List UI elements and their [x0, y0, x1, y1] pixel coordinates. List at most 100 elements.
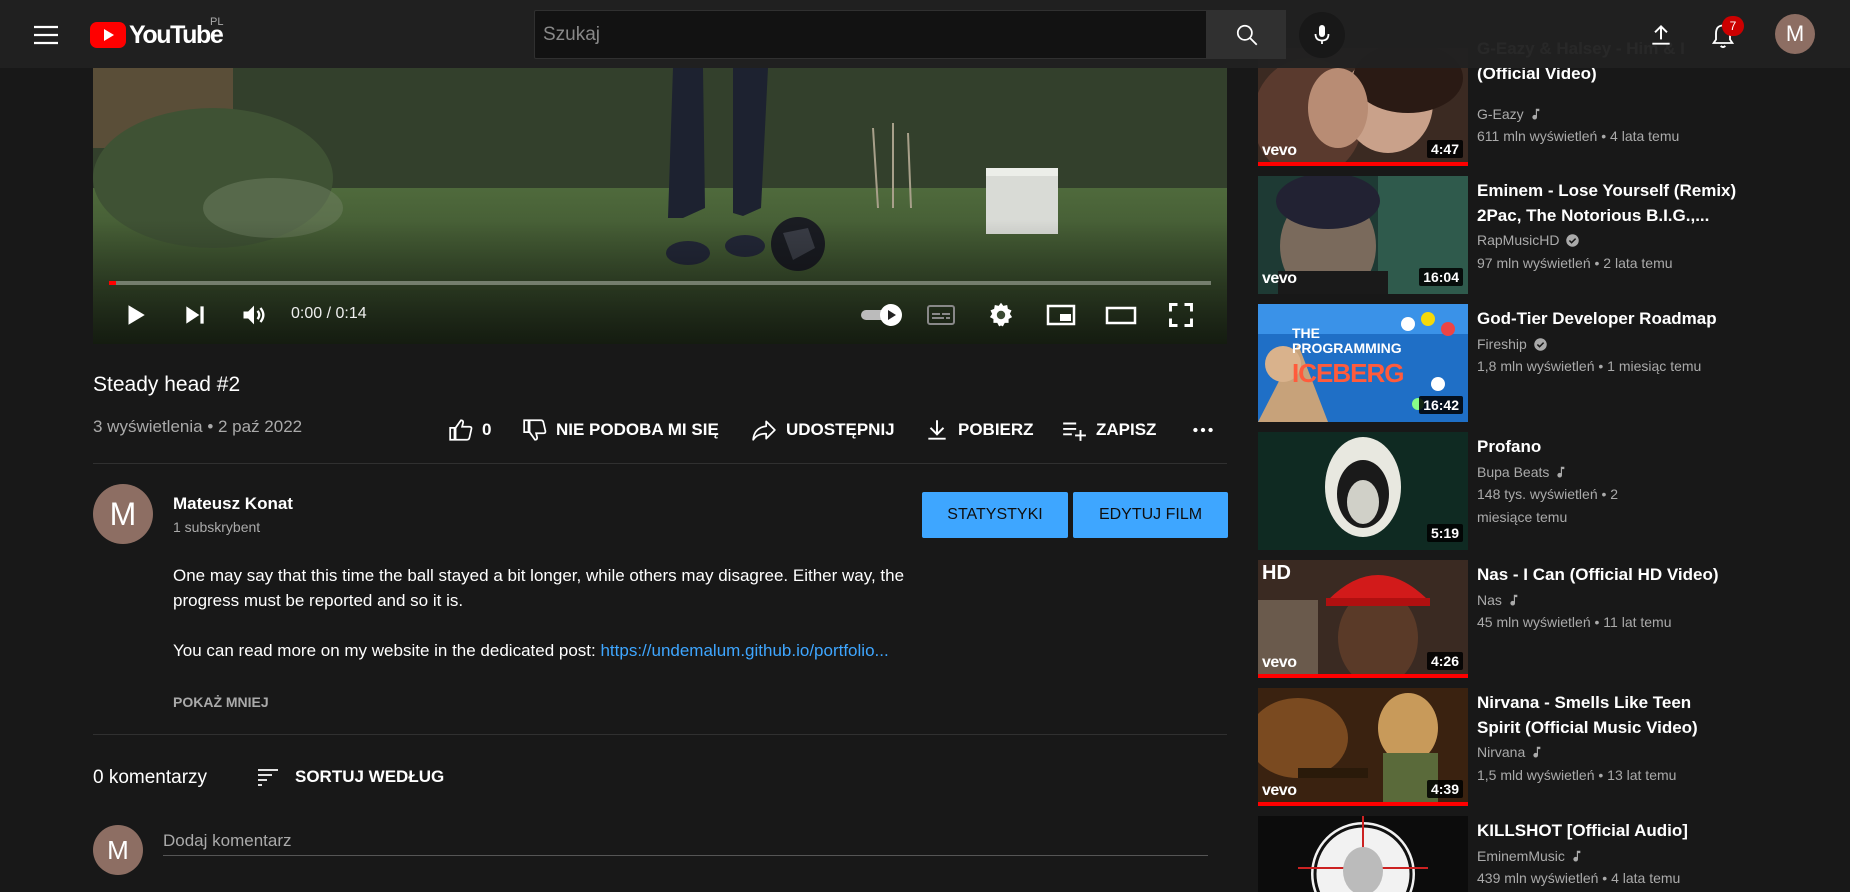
- recommendation-item[interactable]: KILLSHOT [Official Audio] EminemMusic 43…: [1258, 816, 1850, 892]
- sort-icon: [258, 769, 278, 786]
- recommendation-stats: 439 mln wyświetleń • 4 lata temu: [1477, 870, 1681, 886]
- like-button[interactable]: 0: [448, 410, 491, 450]
- recommendation-item[interactable]: vevo 16:04 Eminem - Lose Yourself (Remix…: [1258, 176, 1850, 294]
- recommendation-item[interactable]: vevo 4:39 Nirvana - Smells Like Teen Spi…: [1258, 688, 1850, 806]
- miniplayer-button[interactable]: [1041, 295, 1081, 335]
- microphone-icon: [1314, 25, 1330, 44]
- youtube-logo[interactable]: YouTube PL: [90, 16, 224, 50]
- owner-subscribers: 1 subskrybent: [173, 519, 261, 535]
- voice-search-button[interactable]: [1299, 12, 1345, 58]
- thumbnail: 5:19: [1258, 432, 1468, 550]
- account-avatar[interactable]: M: [1775, 14, 1815, 54]
- recommendation-title: Nas - I Can (Official HD Video): [1477, 565, 1719, 584]
- volume-button[interactable]: [234, 295, 274, 335]
- progress-bar[interactable]: [109, 281, 1211, 285]
- more-horiz-icon: [1193, 427, 1213, 433]
- vevo-logo: vevo: [1262, 270, 1297, 287]
- hamburger-menu-icon: [34, 25, 58, 45]
- recommendation-item[interactable]: THE PROGRAMMING ICEBERG 16:42 God-Tier D…: [1258, 304, 1850, 422]
- channel-name: RapMusicHD: [1477, 232, 1560, 248]
- upload-icon: [1652, 24, 1670, 45]
- divider: [93, 734, 1227, 735]
- show-less-button[interactable]: POKAŻ MNIEJ: [173, 694, 269, 710]
- download-button[interactable]: POBIERZ: [924, 410, 1034, 450]
- playlist-add-icon: [1063, 422, 1086, 441]
- description-link-prefix: You can read more on my website in the d…: [173, 641, 601, 660]
- play-button[interactable]: [115, 295, 155, 335]
- edit-video-button[interactable]: EDYTUJ FILM: [1073, 492, 1228, 538]
- thumbnail: vevo 4:39: [1258, 688, 1468, 806]
- sort-by-button[interactable]: SORTUJ WEDŁUG: [255, 762, 444, 792]
- create-video-button[interactable]: [1644, 18, 1678, 52]
- time-display: 0:00 / 0:14: [291, 305, 367, 322]
- more-actions-button[interactable]: [1190, 410, 1216, 450]
- divider: [93, 463, 1227, 464]
- duration: 16:42: [1419, 396, 1463, 414]
- theater-mode-button[interactable]: [1101, 295, 1141, 335]
- verified-icon: [1566, 233, 1580, 247]
- subtitles-icon: [927, 305, 955, 325]
- download-icon: [928, 420, 946, 440]
- comment-input[interactable]: [163, 826, 1208, 856]
- miniplayer-icon: [1046, 304, 1076, 326]
- owner-name[interactable]: Mateusz Konat: [173, 494, 293, 514]
- search-input[interactable]: [535, 11, 1206, 58]
- dislike-button[interactable]: NIE PODOBA MI SIĘ: [522, 410, 719, 450]
- search-box: [534, 10, 1207, 59]
- gear-icon: [989, 302, 1013, 327]
- fullscreen-button[interactable]: [1161, 295, 1201, 335]
- skip-next-icon: [186, 306, 204, 324]
- search-button[interactable]: [1207, 10, 1286, 59]
- video-player[interactable]: 0:00 / 0:14: [93, 68, 1227, 344]
- recommendation-title: Eminem - Lose Yourself (Remix) 2Pac, The…: [1477, 181, 1737, 225]
- download-label: POBIERZ: [958, 420, 1034, 439]
- music-note-icon: [1573, 850, 1581, 862]
- save-label: ZAPISZ: [1096, 420, 1157, 439]
- next-button[interactable]: [175, 295, 215, 335]
- recommendation-title: God-Tier Developer Roadmap: [1477, 309, 1717, 328]
- progress-fill: [109, 281, 116, 285]
- vevo-logo: vevo: [1262, 782, 1297, 799]
- owner-avatar[interactable]: M: [93, 484, 153, 544]
- thumbnail-text-big: ICEBERG: [1292, 358, 1404, 388]
- menu-button[interactable]: [30, 19, 62, 51]
- statistics-button[interactable]: STATYSTYKI: [922, 492, 1068, 538]
- logo-region: PL: [210, 16, 224, 28]
- logo-text: YouTube: [129, 20, 224, 49]
- save-button[interactable]: ZAPISZ: [1060, 410, 1156, 450]
- description-text: One may say that this time the ball stay…: [173, 566, 905, 610]
- duration: 5:19: [1426, 524, 1463, 542]
- recommendation-stats: 1,5 mld wyświetleń • 13 lat temu: [1477, 767, 1677, 783]
- watched-bar: [1258, 162, 1468, 166]
- video-title: Steady head #2: [93, 373, 241, 396]
- recommendation-channel: Nirvana: [1477, 744, 1545, 760]
- recommendation-item[interactable]: HD vevo 4:26 Nas - I Can (Official HD Vi…: [1258, 560, 1850, 678]
- notifications-badge: 7: [1722, 16, 1744, 36]
- recommendation-channel: Fireship: [1477, 336, 1548, 352]
- recommendation-item[interactable]: 5:19 Profano Bupa Beats 148 tys. wyświet…: [1258, 432, 1850, 550]
- thumbnail: [1258, 816, 1468, 892]
- channel-name: Fireship: [1477, 336, 1527, 352]
- duration: 16:04: [1419, 268, 1463, 286]
- music-note-icon: [1533, 746, 1541, 758]
- duration: 4:47: [1426, 140, 1463, 158]
- share-icon: [752, 420, 776, 441]
- description-link[interactable]: https://undemalum.github.io/portfolio...: [600, 641, 888, 660]
- recommendation-stats: 611 mln wyświetleń • 4 lata temu: [1477, 128, 1680, 144]
- settings-button[interactable]: [981, 295, 1021, 335]
- recommendation-title: Nirvana - Smells Like Teen Spirit (Offic…: [1477, 693, 1698, 737]
- verified-icon: [1534, 337, 1547, 351]
- share-button[interactable]: UDOSTĘPNIJ: [750, 410, 895, 450]
- autoplay-toggle[interactable]: [855, 295, 909, 335]
- duration: 4:39: [1426, 780, 1463, 798]
- video-meta: 3 wyświetlenia • 2 paź 2022: [93, 417, 303, 436]
- thumbnail-text-top: THE PROGRAMMING: [1292, 325, 1402, 356]
- watched-bar: [1258, 674, 1468, 678]
- recommendation-title: Profano: [1477, 437, 1542, 456]
- channel-name: Bupa Beats: [1477, 464, 1550, 480]
- recommendation-stats: 45 mln wyświetleń • 11 lat temu: [1477, 614, 1672, 630]
- music-note-icon: [1510, 594, 1518, 606]
- subtitles-button[interactable]: [921, 295, 961, 335]
- watched-bar: [1258, 802, 1468, 806]
- share-label: UDOSTĘPNIJ: [786, 420, 895, 439]
